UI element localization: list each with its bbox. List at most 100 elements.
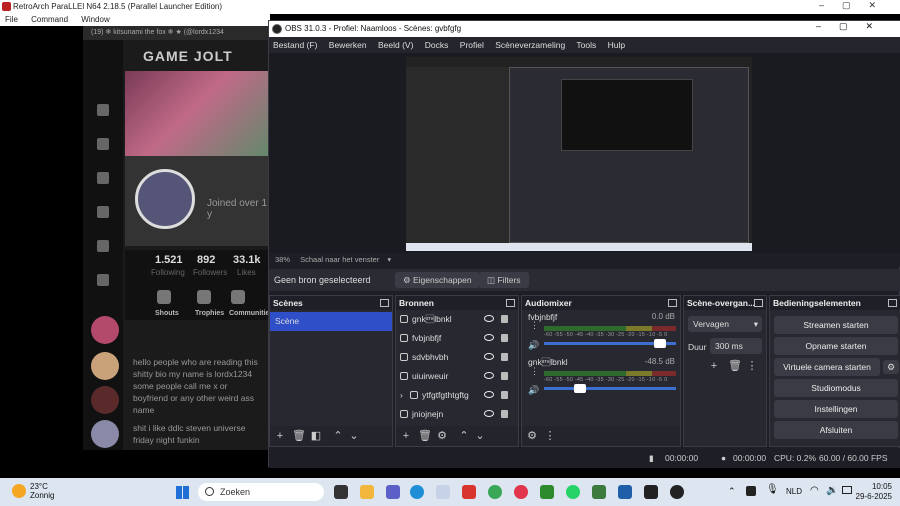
retroarch-icon[interactable]	[644, 485, 658, 499]
program-preview[interactable]	[406, 57, 752, 251]
scene-item[interactable]: Scène	[270, 312, 392, 331]
avatar[interactable]	[91, 316, 119, 344]
scale-select[interactable]: Schaal naar het venster	[300, 255, 379, 264]
chevron-down-icon[interactable]: ⌄	[348, 430, 360, 442]
add-icon[interactable]: +	[708, 360, 720, 372]
obs-window-controls[interactable]: –▢✕	[816, 21, 891, 32]
eye-icon[interactable]	[484, 391, 494, 398]
menu-file[interactable]: File	[5, 15, 18, 24]
chevron-down-icon[interactable]: ⌄	[474, 430, 486, 442]
lock-icon[interactable]	[501, 334, 508, 342]
menu-hulp[interactable]: Hulp	[608, 40, 625, 50]
weather-widget[interactable]: 23°C Zonnig	[30, 482, 54, 500]
nav-icon[interactable]	[97, 104, 109, 116]
mcafee-icon[interactable]	[462, 485, 476, 499]
gear-icon[interactable]: ⚙	[883, 360, 899, 374]
shortcut-communities[interactable]: Communities	[229, 290, 273, 317]
eye-icon[interactable]	[484, 353, 494, 360]
source-item[interactable]: gnklbnkl	[396, 310, 518, 329]
bag-icon[interactable]	[97, 172, 109, 184]
store-icon[interactable]	[97, 138, 109, 150]
volume-knob[interactable]	[654, 339, 667, 348]
more-icon[interactable]: ⋮	[530, 366, 539, 377]
filter-icon[interactable]: ◧	[310, 430, 322, 442]
undock-icon[interactable]	[668, 299, 677, 307]
browser-tab[interactable]: (19) ❄ kitsunami the fox ❄ ★ (@lordx1234	[83, 26, 273, 40]
start-virtual-camera-button[interactable]: Virtuele camera starten	[774, 358, 880, 376]
chevron-up-icon[interactable]: ⌃	[332, 430, 344, 442]
minecraft-icon[interactable]	[540, 485, 554, 499]
undock-icon[interactable]	[754, 299, 763, 307]
undock-icon[interactable]	[380, 299, 389, 307]
lock-icon[interactable]	[501, 353, 508, 361]
chevron-up-icon[interactable]: ⌃	[458, 430, 470, 442]
menu-beeld[interactable]: Beeld (V)	[378, 40, 413, 50]
eye-icon[interactable]	[484, 372, 494, 379]
gamejolt-icon[interactable]	[592, 485, 606, 499]
undock-icon[interactable]	[888, 299, 897, 307]
volume-slider[interactable]	[544, 384, 676, 393]
library-icon[interactable]	[97, 274, 109, 286]
menu-sceneverzameling[interactable]: Scèneverzameling	[495, 40, 565, 50]
wifi-icon[interactable]: ◠	[810, 485, 819, 496]
menu-profiel[interactable]: Profiel	[460, 40, 484, 50]
volume-knob[interactable]	[574, 384, 586, 393]
sun-icon[interactable]	[12, 484, 26, 498]
gamejolt-logo[interactable]: GAME JOLT	[143, 48, 233, 64]
eye-icon[interactable]	[484, 410, 494, 417]
menu-bewerken[interactable]: Bewerken	[329, 40, 367, 50]
task-view-icon[interactable]	[334, 485, 348, 499]
lock-icon[interactable]	[501, 391, 508, 399]
more-icon[interactable]: ⋮	[530, 320, 539, 331]
trash-icon[interactable]: 🗑	[728, 360, 742, 372]
more-icon[interactable]: ⋮	[746, 360, 758, 372]
whatsapp-icon[interactable]	[566, 485, 580, 499]
menu-command[interactable]: Command	[31, 15, 68, 24]
exit-button[interactable]: Afsluiten	[774, 421, 898, 439]
source-item[interactable]: fvbjnbfjf	[396, 329, 518, 348]
sword-icon[interactable]	[97, 206, 109, 218]
followers-count[interactable]: 892	[197, 254, 215, 266]
gear-icon[interactable]: ⚙	[526, 430, 538, 442]
opera-icon[interactable]	[514, 485, 528, 499]
eye-icon[interactable]	[484, 315, 494, 322]
tray-app-icon[interactable]	[746, 486, 756, 496]
chevron-right-icon[interactable]: ›	[400, 386, 403, 405]
add-icon[interactable]: +	[400, 430, 412, 442]
retroarch-window-controls[interactable]: –▢✕	[819, 0, 894, 11]
app-icon[interactable]	[436, 485, 450, 499]
obs-icon[interactable]	[670, 485, 684, 499]
shortcut-trophies[interactable]: Trophies	[195, 290, 224, 317]
taskbar-search[interactable]: Zoeken	[198, 483, 324, 501]
source-item[interactable]: jniojnejn	[396, 405, 518, 424]
source-item[interactable]: sdvbhvbh	[396, 348, 518, 367]
add-icon[interactable]: +	[274, 430, 286, 442]
language-indicator[interactable]: NLD	[786, 487, 802, 496]
clock[interactable]: 10:05 29-6-2025	[856, 482, 892, 502]
menu-docks[interactable]: Docks	[425, 40, 449, 50]
menu-window[interactable]: Window	[81, 15, 109, 24]
app-icon[interactable]	[618, 485, 632, 499]
chat-icon[interactable]	[97, 240, 109, 252]
trash-icon[interactable]: 🗑	[292, 430, 306, 442]
likes-count[interactable]: 33.1k	[233, 254, 261, 266]
source-group[interactable]: › ytfgtfgthtgftg	[396, 386, 518, 405]
trash-icon[interactable]: 🗑	[418, 430, 432, 442]
volume-icon[interactable]: 🔉	[826, 485, 838, 496]
edge-icon[interactable]	[410, 485, 424, 499]
speaker-icon[interactable]: 🔊	[528, 340, 539, 351]
volume-slider[interactable]	[544, 339, 676, 348]
following-count[interactable]: 1.521	[155, 254, 183, 266]
gear-icon[interactable]: ⚙	[436, 430, 448, 442]
chevron-up-icon[interactable]: ⌃	[728, 486, 736, 497]
avatar[interactable]	[91, 420, 119, 448]
duration-input[interactable]: 300 ms	[710, 338, 762, 354]
settings-button[interactable]: Instellingen	[774, 400, 898, 418]
transition-select[interactable]: Vervagen ▾	[688, 316, 762, 332]
start-streaming-button[interactable]: Streamen starten	[774, 316, 898, 334]
avatar[interactable]	[91, 352, 119, 380]
chevron-down-icon[interactable]: ▾	[387, 255, 391, 264]
lock-icon[interactable]	[501, 410, 508, 418]
lock-icon[interactable]	[501, 315, 508, 323]
speaker-icon[interactable]: 🔊	[528, 385, 539, 396]
